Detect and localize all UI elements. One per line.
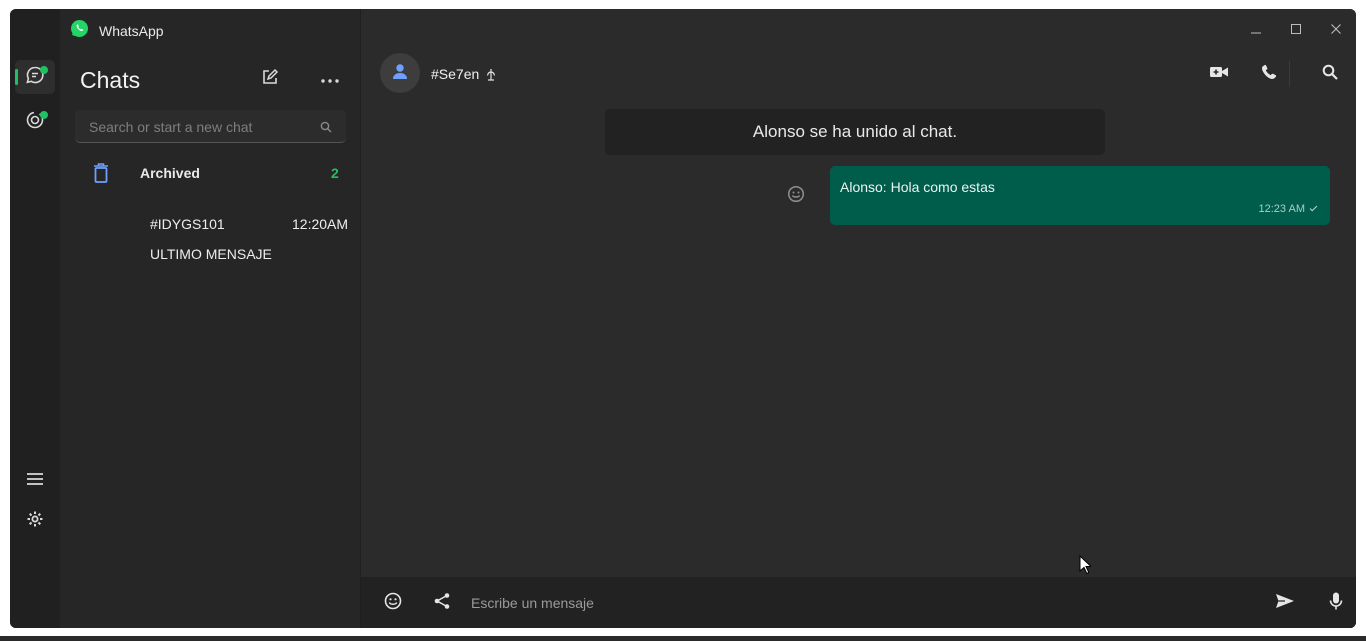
maximize-icon (1291, 21, 1301, 39)
rail-chats-button[interactable] (15, 60, 55, 94)
phone-icon (1261, 64, 1277, 85)
message-text: Alonso: Hola como estas (840, 179, 995, 195)
person-icon (391, 62, 409, 85)
archived-row[interactable]: Archived 2 (60, 159, 360, 189)
voice-call-button[interactable] (1255, 60, 1283, 88)
search-icon (320, 120, 332, 138)
close-icon (1331, 21, 1341, 39)
archived-label: Archived (140, 165, 200, 181)
check-icon (1309, 203, 1318, 215)
search-chat-button[interactable] (1316, 60, 1344, 88)
composer (361, 577, 1356, 628)
video-call-icon (1210, 65, 1228, 83)
video-call-button[interactable] (1205, 60, 1233, 88)
close-button[interactable] (1324, 18, 1348, 42)
message-meta: 12:23 AM (1259, 203, 1318, 215)
gear-icon (26, 510, 44, 533)
chat-list-item[interactable]: #IDYGS101 12:20AM ULTIMO MENSAJE (60, 211, 360, 271)
app-window: Chats Search or start a new chat Archive… (10, 9, 1356, 628)
rail-status-button[interactable] (15, 105, 55, 139)
maximize-button[interactable] (1284, 18, 1308, 42)
new-chat-button[interactable] (256, 65, 284, 93)
nav-rail (10, 9, 60, 628)
emoji-button[interactable] (379, 589, 407, 617)
search-input[interactable]: Search or start a new chat (89, 119, 252, 135)
search-icon (1322, 64, 1338, 85)
emoji-react-icon (787, 185, 805, 208)
menu-icon (26, 472, 44, 491)
avatar[interactable] (380, 53, 420, 93)
chat-name: #IDYGS101 (150, 216, 225, 232)
pin-icon (485, 68, 497, 84)
status-badge (40, 111, 48, 119)
mouse-pointer-icon (1079, 554, 1093, 580)
taskbar-edge (0, 636, 1366, 641)
contact-name[interactable]: #Se7en (431, 66, 497, 84)
archive-icon (93, 163, 109, 188)
send-button[interactable] (1271, 589, 1299, 617)
share-button[interactable] (428, 589, 456, 617)
chat-time: 12:20AM (292, 216, 349, 232)
outgoing-message-bubble[interactable]: Alonso: Hola como estas 12:23 AM (830, 166, 1330, 225)
search-box[interactable]: Search or start a new chat (75, 110, 346, 143)
message-time: 12:23 AM (1258, 203, 1305, 215)
title-bar: WhatsApp (70, 19, 164, 43)
minimize-icon (1251, 21, 1261, 39)
chats-badge (40, 66, 48, 74)
mic-icon (1329, 592, 1343, 615)
message-input[interactable] (471, 588, 1231, 618)
conversation-header: #Se7en (361, 9, 1356, 106)
rail-menu-button[interactable] (15, 464, 55, 498)
chat-list-panel: Chats Search or start a new chat Archive… (60, 9, 360, 628)
header-divider (1289, 61, 1290, 87)
whatsapp-logo-icon (70, 19, 89, 43)
app-title: WhatsApp (99, 23, 164, 39)
send-icon (1275, 593, 1295, 614)
chats-title: Chats (80, 67, 141, 93)
more-icon (321, 70, 339, 88)
compose-icon (261, 68, 279, 91)
conversation-pane: #Se7en Alonso se ha unido al chat. Alons… (361, 9, 1356, 628)
emoji-icon (384, 592, 402, 615)
share-icon (433, 592, 451, 615)
contact-name-text: #Se7en (431, 66, 480, 82)
more-options-button[interactable] (316, 65, 344, 93)
system-message: Alonso se ha unido al chat. (605, 109, 1105, 155)
minimize-button[interactable] (1244, 18, 1268, 42)
react-button[interactable] (785, 185, 807, 207)
chat-last-message: ULTIMO MENSAJE (150, 246, 272, 262)
archived-count: 2 (331, 165, 339, 181)
voice-message-button[interactable] (1322, 589, 1350, 617)
rail-settings-button[interactable] (15, 504, 55, 538)
